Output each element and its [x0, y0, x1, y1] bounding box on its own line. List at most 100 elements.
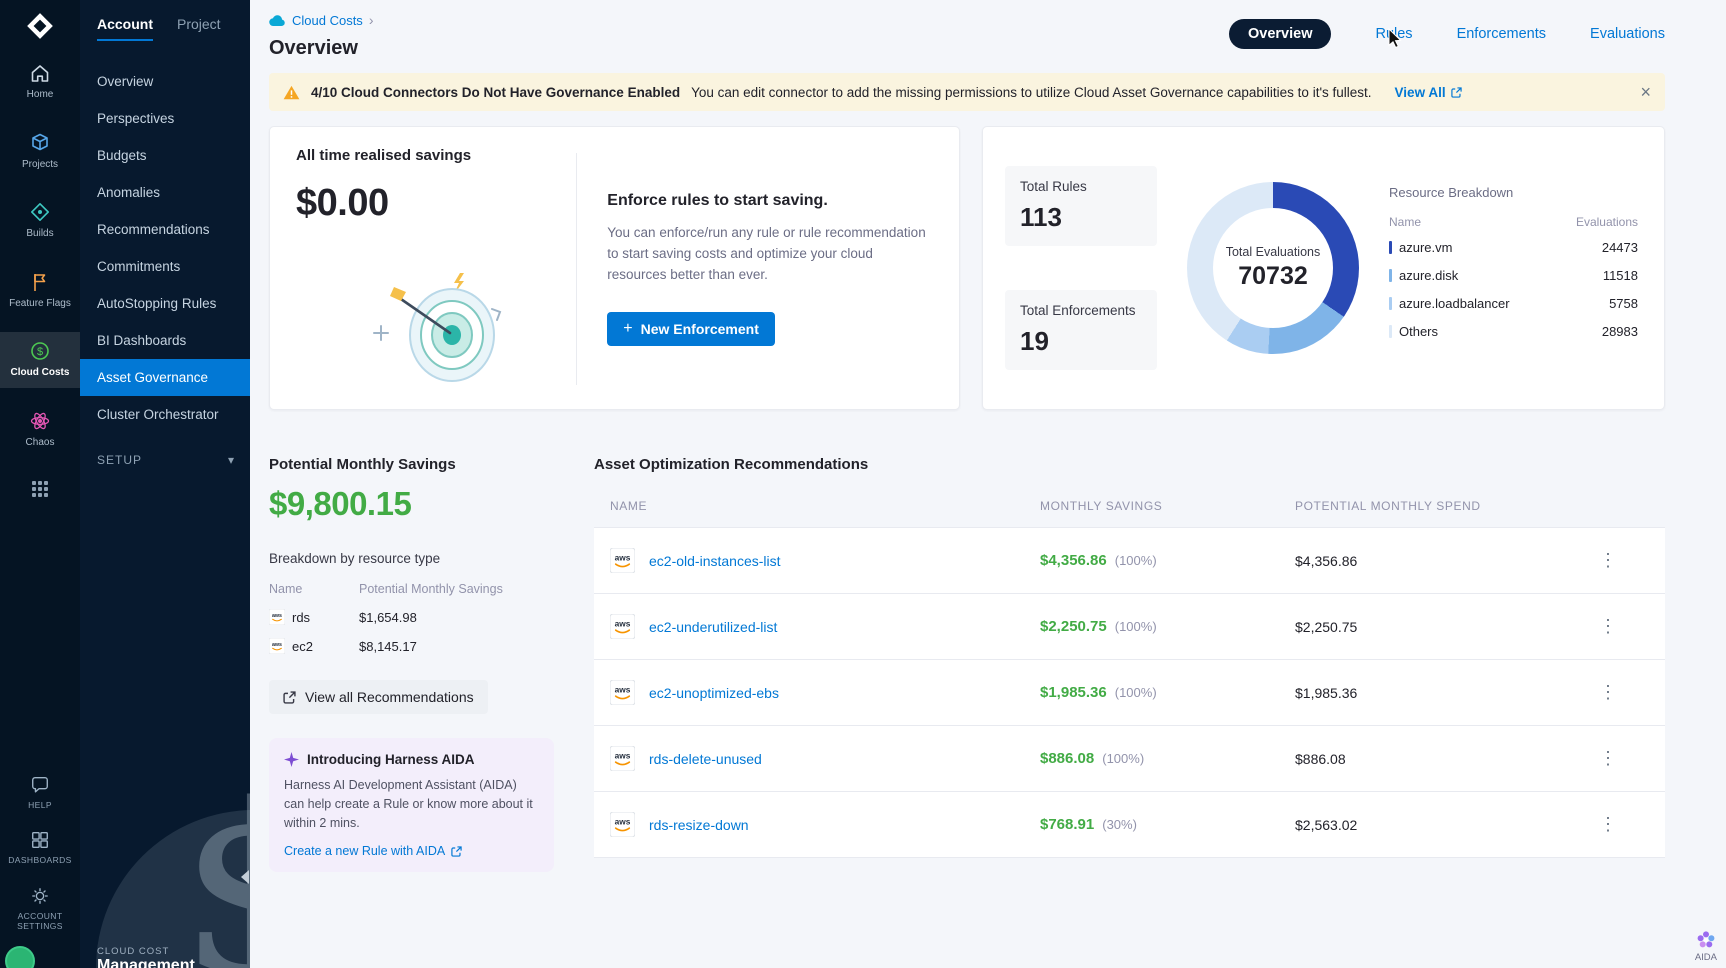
dashboards-icon [30, 830, 50, 850]
resource-breakdown: Resource Breakdown Name Evaluations azur… [1389, 185, 1642, 352]
tab-project[interactable]: Project [177, 16, 221, 41]
account-settings-button[interactable]: ACCOUNT SETTINGS [5, 880, 75, 938]
plus-icon: + [623, 321, 632, 337]
module-picker-button[interactable] [0, 471, 80, 507]
aida-badge-label: AIDA [1695, 952, 1717, 963]
tab-rules[interactable]: Rules [1375, 26, 1412, 42]
recommendation-link[interactable]: ec2-unoptimized-ebs [649, 685, 779, 701]
sidebar-item-perspectives[interactable]: Perspectives [80, 100, 250, 137]
legend-value: 28983 [1602, 324, 1638, 339]
rail-item-cloud-costs[interactable]: $ Cloud Costs [0, 332, 80, 388]
breadcrumb[interactable]: Cloud Costs › [269, 12, 373, 28]
kebab-menu-icon[interactable]: ⋮ [1595, 616, 1621, 637]
resource-savings: $1,654.98 [359, 610, 417, 625]
tab-account[interactable]: Account [97, 16, 153, 41]
dollar-watermark: $ [96, 810, 250, 968]
tab-overview[interactable]: Overview [1229, 19, 1332, 49]
total-enforcements-label: Total Enforcements [1020, 303, 1142, 318]
close-icon[interactable]: × [1640, 83, 1651, 101]
sidebar-item-bi-dashboards[interactable]: BI Dashboards [80, 322, 250, 359]
external-link-icon [451, 846, 462, 857]
sidebar-item-commitments[interactable]: Commitments [80, 248, 250, 285]
sidebar-item-autostopping-rules[interactable]: AutoStopping Rules [80, 285, 250, 322]
rail-item-projects[interactable]: Projects [0, 124, 80, 180]
module-rail: Home Projects Builds Feature Flags $ Clo… [0, 0, 80, 968]
kebab-menu-icon[interactable]: ⋮ [1595, 814, 1621, 835]
resource-name: ec2 [292, 639, 313, 654]
banner-view-all-link[interactable]: View All [1395, 85, 1462, 100]
breadcrumb-separator: › [369, 12, 374, 28]
new-enforcement-button[interactable]: + New Enforcement [607, 312, 775, 346]
col-monthly-savings: MONTHLY SAVINGS [1040, 499, 1295, 513]
donut-value: 70732 [1238, 262, 1308, 291]
aida-create-rule-link[interactable]: Create a new Rule with AIDA [284, 844, 539, 858]
legend-name: azure.disk [1399, 268, 1458, 283]
sidebar-item-asset-governance[interactable]: Asset Governance [80, 359, 250, 396]
monthly-spend-value: $2,563.02 [1295, 817, 1595, 833]
col-name: NAME [610, 499, 1040, 513]
user-avatar[interactable] [5, 946, 35, 968]
page-header: Cloud Costs › Overview Overview Rules En… [269, 12, 1665, 60]
sidebar-item-budgets[interactable]: Budgets [80, 137, 250, 174]
aida-body: Harness AI Development Assistant (AIDA) … [284, 776, 539, 832]
monthly-spend-value: $2,250.75 [1295, 619, 1595, 635]
kebab-menu-icon[interactable]: ⋮ [1595, 682, 1621, 703]
sidebar-footer: CLOUD COST Management [97, 946, 195, 968]
monthly-spend-value: $886.08 [1295, 751, 1595, 767]
dashboards-button[interactable]: DASHBOARDS [5, 824, 75, 872]
rail-item-chaos[interactable]: Chaos [0, 402, 80, 458]
aida-assistant-badge[interactable]: AIDA [1695, 930, 1717, 963]
breadcrumb-label[interactable]: Cloud Costs [292, 13, 363, 28]
sidebar-collapse-button[interactable] [241, 870, 249, 884]
summary-cards-row: All time realised savings $0.00 [269, 126, 1665, 410]
sidebar-item-overview[interactable]: Overview [80, 63, 250, 100]
potential-savings-panel: Potential Monthly Savings $9,800.15 Brea… [269, 456, 554, 872]
svg-text:aws: aws [272, 613, 282, 619]
recommendation-link[interactable]: ec2-old-instances-list [649, 553, 781, 569]
rail-item-label: Projects [22, 159, 58, 172]
rail-item-home[interactable]: Home [0, 54, 80, 110]
recommendations-table: aws ec2-old-instances-list $4,356.86(100… [594, 527, 1665, 858]
sidebar-nav-items: Overview Perspectives Budgets Anomalies … [80, 63, 250, 433]
donut-label: Total Evaluations [1226, 245, 1321, 259]
recommendation-link[interactable]: ec2-underutilized-list [649, 619, 777, 635]
recommendation-link[interactable]: rds-resize-down [649, 817, 749, 833]
sidebar: Account Project Overview Perspectives Bu… [80, 0, 250, 968]
resource-savings: $8,145.17 [359, 639, 417, 654]
aida-title: Introducing Harness AIDA [307, 752, 475, 767]
potential-savings-title: Potential Monthly Savings [269, 456, 554, 473]
sidebar-item-recommendations[interactable]: Recommendations [80, 211, 250, 248]
aws-icon: aws [269, 638, 285, 654]
legend-name: Others [1399, 324, 1438, 339]
chevron-down-icon: ▾ [228, 453, 235, 467]
kebab-menu-icon[interactable]: ⋮ [1595, 550, 1621, 571]
legend-swatch [1389, 269, 1392, 282]
svg-text:aws: aws [615, 619, 631, 629]
feature-flags-icon [29, 271, 51, 293]
view-all-recommendations-button[interactable]: View all Recommendations [269, 680, 488, 714]
aida-promo-card: Introducing Harness AIDA Harness AI Deve… [269, 738, 554, 872]
rail-item-label: Feature Flags [9, 298, 71, 311]
rail-item-builds[interactable]: Builds [0, 193, 80, 249]
monthly-savings-value: $886.08 [1040, 750, 1094, 767]
sidebar-item-cluster-orchestrator[interactable]: Cluster Orchestrator [80, 396, 250, 433]
monthly-savings-value: $1,985.36 [1040, 684, 1107, 701]
sidebar-item-anomalies[interactable]: Anomalies [80, 174, 250, 211]
savings-percent: (100%) [1115, 619, 1157, 634]
help-button[interactable]: HELP [5, 769, 75, 817]
help-chat-icon [30, 775, 50, 795]
recommendation-link[interactable]: rds-delete-unused [649, 751, 762, 767]
gear-icon [30, 886, 50, 906]
rail-item-feature-flags[interactable]: Feature Flags [0, 263, 80, 319]
tab-enforcements[interactable]: Enforcements [1457, 26, 1546, 42]
external-link-icon [1451, 87, 1462, 98]
legend-swatch [1389, 297, 1392, 310]
aws-icon: aws [610, 614, 635, 639]
legend-name: azure.vm [1399, 240, 1452, 255]
legend-row: azure.disk 11518 [1389, 268, 1638, 283]
rail-item-label: Chaos [26, 437, 55, 450]
tab-evaluations[interactable]: Evaluations [1590, 26, 1665, 42]
kebab-menu-icon[interactable]: ⋮ [1595, 748, 1621, 769]
sidebar-setup-toggle[interactable]: SETUP ▾ [80, 453, 250, 467]
svg-text:aws: aws [615, 685, 631, 695]
